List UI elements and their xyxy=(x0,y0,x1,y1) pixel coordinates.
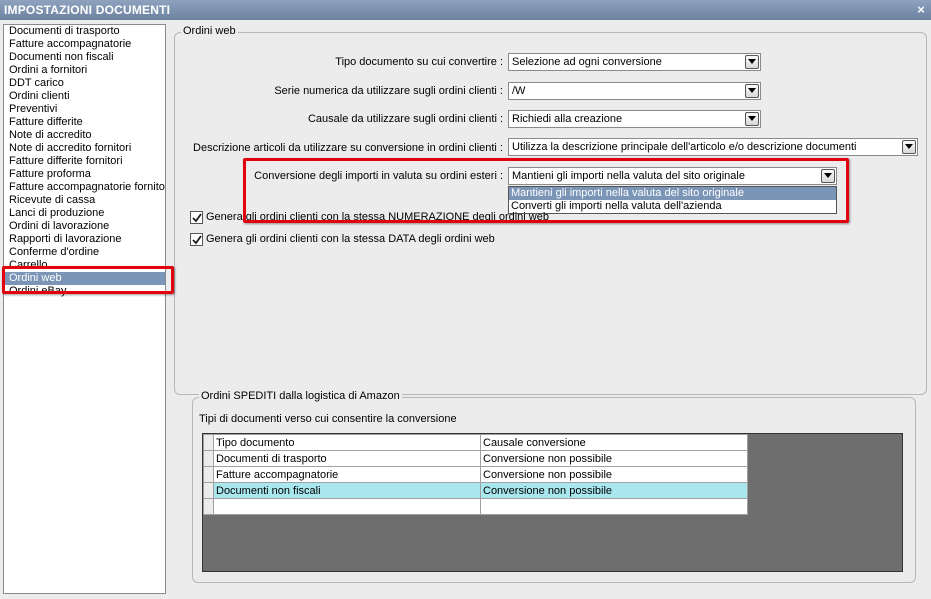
cell-doc-type[interactable] xyxy=(213,498,481,515)
doc-type-label: Tipo documento su cui convertire : xyxy=(335,56,503,68)
sidebar-item[interactable]: Fatture differite fornitori xyxy=(4,155,165,168)
table-row[interactable]: Fatture accompagnatorie Conversione non p… xyxy=(203,466,748,483)
document-type-list[interactable]: Documenti di trasporto Fatture accompagna… xyxy=(3,24,166,594)
sidebar-item[interactable]: Ordini clienti xyxy=(4,90,165,103)
row-header[interactable] xyxy=(203,498,214,515)
sidebar-item[interactable]: Conferme d'ordine xyxy=(4,246,165,259)
close-icon[interactable]: × xyxy=(917,0,925,20)
sidebar-item[interactable]: Note di accredito fornitori xyxy=(4,142,165,155)
table-row[interactable]: Documenti di trasporto Conversione non po… xyxy=(203,450,748,467)
cell-doc-type[interactable]: Documenti di trasporto xyxy=(213,450,481,467)
amazon-group-title: Ordini SPEDITI dalla logistica di Amazon xyxy=(199,390,402,402)
amazon-subtitle: Tipi di documenti verso cui consentire l… xyxy=(199,413,457,425)
cell-doc-type[interactable]: Documenti non fiscali xyxy=(213,482,481,499)
same-date-label: Genera gli ordini clienti con la stessa … xyxy=(206,233,495,245)
amazon-conversion-grid[interactable]: Tipo documento Causale conversione Docum… xyxy=(202,433,903,572)
causal-select[interactable]: Richiedi alla creazione xyxy=(508,110,761,128)
doc-type-select[interactable]: Selezione ad ogni conversione xyxy=(508,53,761,71)
web-orders-group-title: Ordini web xyxy=(181,25,238,37)
row-header-corner xyxy=(203,434,214,451)
sidebar-item[interactable]: Ordini a fornitori xyxy=(4,64,165,77)
sidebar-item[interactable]: Fatture differite xyxy=(4,116,165,129)
cell-causal[interactable]: Conversione non possibile xyxy=(480,450,748,467)
causal-label: Causale da utilizzare sugli ordini clien… xyxy=(307,113,503,125)
same-numbering-checkbox[interactable] xyxy=(190,211,203,224)
cell-doc-type[interactable]: Fatture accompagnatorie xyxy=(213,466,481,483)
row-header[interactable] xyxy=(203,482,214,499)
causal-value: Richiedi alla creazione xyxy=(512,113,623,125)
numeric-series-label: Serie numerica da utilizzare sugli ordin… xyxy=(274,85,503,97)
window-titlebar: IMPOSTAZIONI DOCUMENTI × xyxy=(0,0,931,20)
sidebar-item[interactable]: DDT carico xyxy=(4,77,165,90)
sidebar-item[interactable]: Rapporti di lavorazione xyxy=(4,233,165,246)
row-header[interactable] xyxy=(203,466,214,483)
table-row[interactable]: Documenti non fiscali Conversione non pos… xyxy=(203,482,748,499)
chevron-down-icon[interactable] xyxy=(745,84,759,98)
main-panel: Ordini web Tipo documento su cui convert… xyxy=(172,24,929,595)
cell-causal[interactable] xyxy=(480,498,748,515)
row-header[interactable] xyxy=(203,450,214,467)
doc-type-value: Selezione ad ogni conversione xyxy=(512,56,662,68)
sidebar-item[interactable]: Fatture accompagnatorie fornito xyxy=(4,181,165,194)
sidebar-item[interactable]: Ricevute di cassa xyxy=(4,194,165,207)
article-description-select[interactable]: Utilizza la descrizione principale dell'… xyxy=(508,138,918,156)
sidebar-item[interactable]: Documenti non fiscali xyxy=(4,51,165,64)
cell-causal[interactable]: Conversione non possibile xyxy=(480,482,748,499)
sidebar-item[interactable]: Fatture proforma xyxy=(4,168,165,181)
sidebar-callout xyxy=(2,266,174,294)
sidebar-item[interactable]: Note di accredito xyxy=(4,129,165,142)
numeric-series-select[interactable]: /W xyxy=(508,82,761,100)
chevron-down-icon[interactable] xyxy=(745,55,759,69)
sidebar-item[interactable]: Preventivi xyxy=(4,103,165,116)
cell-causal[interactable]: Conversione non possibile xyxy=(480,466,748,483)
amazon-conversion-table: Tipo documento Causale conversione Docum… xyxy=(203,434,748,515)
chevron-down-icon[interactable] xyxy=(902,140,916,154)
article-description-value: Utilizza la descrizione principale dell'… xyxy=(512,141,857,153)
currency-callout xyxy=(243,158,849,223)
sidebar-item[interactable]: Ordini di lavorazione xyxy=(4,220,165,233)
chevron-down-icon[interactable] xyxy=(745,112,759,126)
window-title: IMPOSTAZIONI DOCUMENTI xyxy=(4,3,171,17)
sidebar-item[interactable]: Lanci di produzione xyxy=(4,207,165,220)
same-date-checkbox[interactable] xyxy=(190,233,203,246)
numeric-series-value: /W xyxy=(512,85,526,97)
table-row[interactable] xyxy=(203,498,748,515)
article-description-label: Descrizione articoli da utilizzare su co… xyxy=(193,142,503,154)
column-header-doc-type[interactable]: Tipo documento xyxy=(213,434,481,451)
column-header-causal[interactable]: Causale conversione xyxy=(480,434,748,451)
sidebar-item[interactable]: Fatture accompagnatorie xyxy=(4,38,165,51)
sidebar-item[interactable]: Documenti di trasporto xyxy=(4,25,165,38)
